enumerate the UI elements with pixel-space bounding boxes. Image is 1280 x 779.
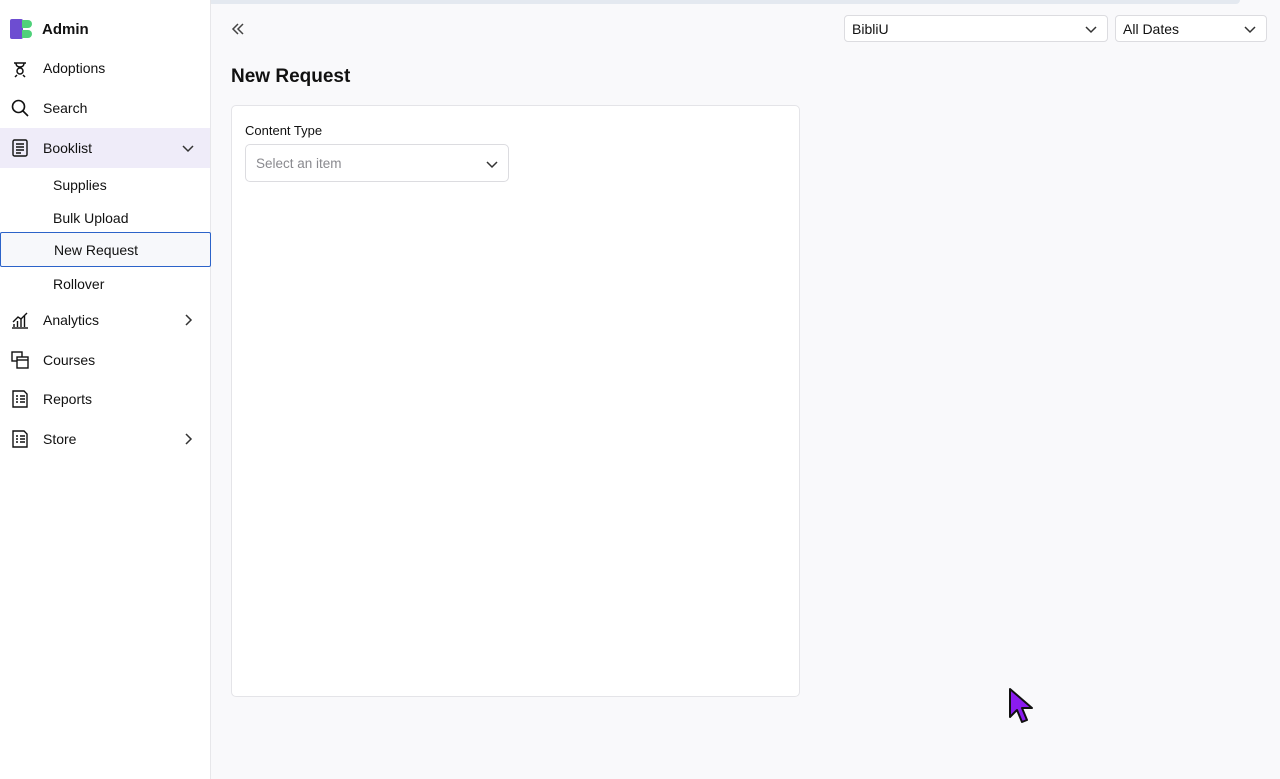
mouse-cursor-icon: [1009, 688, 1033, 723]
chevron-down-icon: [1085, 26, 1097, 34]
brand-logo: [10, 19, 32, 39]
organization-select-value: BibliU: [852, 20, 889, 37]
content-type-label: Content Type: [245, 123, 323, 138]
chevron-down-icon[interactable]: [180, 140, 196, 156]
chevron-down-icon: [1244, 26, 1256, 34]
request-form-card: Content Type Select an item: [231, 105, 800, 697]
sidebar-subitem-label: Bulk Upload: [53, 209, 129, 226]
sidebar-item-analytics[interactable]: Analytics: [0, 300, 210, 340]
sidebar-subitem-label: Rollover: [53, 275, 105, 292]
chevron-right-icon[interactable]: [180, 312, 196, 328]
sidebar-item-label: Booklist: [43, 140, 93, 156]
sidebar-item-label: Analytics: [43, 312, 100, 328]
sidebar-item-adoptions[interactable]: Adoptions: [0, 48, 210, 88]
sidebar-item-label: Search: [43, 100, 88, 116]
reports-icon: [10, 389, 30, 409]
store-icon: [10, 429, 30, 449]
booklist-icon: [10, 138, 30, 158]
sidebar-item-search[interactable]: Search: [0, 88, 210, 128]
date-range-select-value: All Dates: [1123, 20, 1180, 37]
chevron-down-icon: [486, 161, 498, 169]
sidebar-item-courses[interactable]: Courses: [0, 340, 210, 380]
sidebar: Admin Adoptions Search Booklist Supplies: [0, 0, 211, 779]
collapse-sidebar-icon[interactable]: [229, 20, 247, 38]
adoptions-icon: [10, 58, 30, 78]
organization-select[interactable]: BibliU: [844, 15, 1108, 42]
sidebar-subitem-new-request[interactable]: New Request: [0, 232, 211, 267]
date-range-select[interactable]: All Dates: [1115, 15, 1267, 42]
sidebar-item-label: Reports: [43, 391, 93, 407]
sidebar-item-booklist[interactable]: Booklist: [0, 128, 210, 168]
content-type-placeholder: Select an item: [256, 155, 342, 171]
sidebar-subitem-rollover[interactable]: Rollover: [0, 266, 211, 301]
brand-name: Admin: [42, 20, 89, 38]
sidebar-item-label: Store: [43, 431, 77, 447]
sidebar-subitem-supplies[interactable]: Supplies: [0, 167, 211, 202]
search-icon: [10, 98, 30, 118]
courses-icon: [10, 350, 30, 370]
page-title: New Request: [231, 66, 351, 87]
sidebar-item-label: Courses: [43, 352, 96, 368]
chevron-right-icon[interactable]: [180, 431, 196, 447]
sidebar-subitem-bulk-upload[interactable]: Bulk Upload: [0, 200, 211, 235]
sidebar-subitem-label: New Request: [54, 241, 139, 258]
sidebar-subitem-label: Supplies: [53, 176, 107, 193]
analytics-icon: [10, 310, 30, 330]
content-type-select[interactable]: Select an item: [245, 144, 509, 182]
top-edge-strip: [105, 0, 1240, 4]
sidebar-item-reports[interactable]: Reports: [0, 379, 210, 419]
brand[interactable]: Admin: [10, 18, 89, 40]
sidebar-item-store[interactable]: Store: [0, 419, 210, 459]
sidebar-item-label: Adoptions: [43, 60, 106, 76]
